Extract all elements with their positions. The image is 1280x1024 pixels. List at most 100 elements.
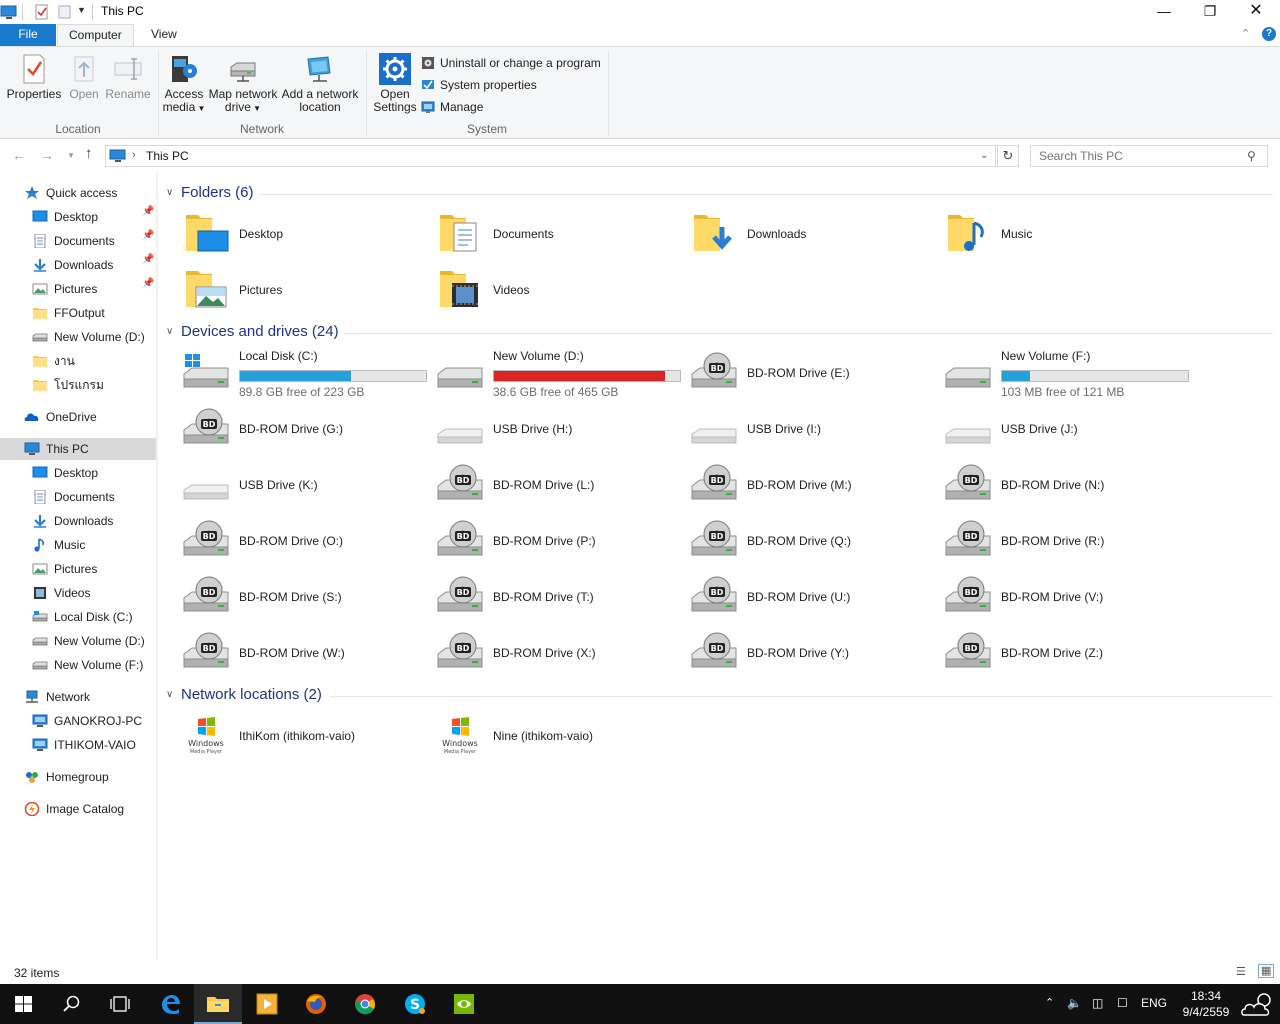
breadcrumb-chevron-icon[interactable]: › <box>132 149 136 161</box>
address-bar[interactable]: › This PC ⌄ <box>105 145 996 167</box>
drive-usb-drive-h[interactable]: USB Drive (H:) <box>420 401 670 455</box>
nav-qa-documents[interactable]: Documents <box>32 230 115 252</box>
properties-quick-icon[interactable] <box>34 4 50 20</box>
nav-pc-music[interactable]: Music <box>32 534 85 556</box>
nav-pc-desktop[interactable]: Desktop <box>32 462 98 484</box>
drive-bd-rom-drive-z[interactable]: BD BD-ROM Drive (Z:) <box>928 625 1178 679</box>
nav-onedrive[interactable]: OneDrive <box>24 406 97 428</box>
drive-bd-rom-drive-o[interactable]: BD BD-ROM Drive (O:) <box>166 513 416 567</box>
taskbar-media-player[interactable] <box>243 984 291 1024</box>
drive-usb-drive-i[interactable]: USB Drive (I:) <box>674 401 924 455</box>
drive-bd-rom-drive-e[interactable]: BD BD-ROM Drive (E:) <box>674 345 924 399</box>
volume-icon[interactable]: 🔈 <box>1067 996 1082 1010</box>
section-devices-header[interactable]: ∨ Devices and drives (24) <box>166 323 339 343</box>
drive-bd-rom-drive-x[interactable]: BD BD-ROM Drive (X:) <box>420 625 670 679</box>
folder-music[interactable]: Music <box>928 206 1178 260</box>
section-folders-header[interactable]: ∨ Folders (6) <box>166 184 254 204</box>
manage-button[interactable]: Manage <box>421 99 483 115</box>
close-button[interactable]: ✕ <box>1233 0 1279 24</box>
nav-pc-videos[interactable]: Videos <box>32 582 90 604</box>
nav-qa-pictures[interactable]: Pictures <box>32 278 97 300</box>
nav-pc-new-volume-f[interactable]: New Volume (F:) <box>32 654 143 676</box>
collapse-chevron-icon[interactable]: ∨ <box>166 689 176 700</box>
search-icon[interactable]: ⚲ <box>1247 149 1256 163</box>
collapse-chevron-icon[interactable]: ∨ <box>166 326 176 337</box>
section-network-header[interactable]: ∨ Network locations (2) <box>166 686 322 706</box>
drive-bd-rom-drive-l[interactable]: BD BD-ROM Drive (L:) <box>420 457 670 511</box>
taskbar-firefox[interactable] <box>292 984 340 1024</box>
tab-file[interactable]: File <box>0 24 56 46</box>
add-network-location-button[interactable]: Add a network location <box>281 53 359 114</box>
nav-homegroup[interactable]: Homegroup <box>24 766 109 788</box>
drive-usb-drive-j[interactable]: USB Drive (J:) <box>928 401 1178 455</box>
tab-computer[interactable]: Computer <box>57 24 134 47</box>
nav-pc-new-volume-d[interactable]: New Volume (D:) <box>32 630 145 652</box>
map-network-drive-button[interactable]: Map network drive ▼ <box>207 53 279 115</box>
nav-qa-new-volume-d[interactable]: New Volume (D:) <box>32 326 145 348</box>
network-status-icon[interactable]: ◫ <box>1092 996 1103 1010</box>
open-settings-button[interactable]: Open Settings <box>372 53 418 114</box>
search-taskbar-button[interactable] <box>48 984 96 1024</box>
network-location-ithikom-ithikom-vaio[interactable]: Windows Media Player IthiKom (ithikom-vaio… <box>166 708 416 762</box>
collapse-ribbon-icon[interactable]: ⌃ <box>1241 27 1250 40</box>
tab-view[interactable]: View <box>140 24 188 46</box>
nav-quick-access[interactable]: Quick access <box>24 182 117 204</box>
drive-new-volume-d[interactable]: New Volume (D:) 38.6 GB free of 465 GB <box>420 345 681 399</box>
language-indicator[interactable]: ENG <box>1141 996 1167 1010</box>
task-view-button[interactable] <box>96 984 144 1024</box>
nav-pc-downloads[interactable]: Downloads <box>32 510 113 532</box>
properties-button[interactable]: Properties <box>6 53 62 101</box>
show-hidden-icons-chevron-icon[interactable]: ⌃ <box>1045 996 1054 1009</box>
network-location-nine-ithikom-vaio[interactable]: Windows Media Player Nine (ithikom-vaio) <box>420 708 670 762</box>
action-center-icon[interactable]: ☐ <box>1117 996 1128 1010</box>
folder-downloads[interactable]: Downloads <box>674 206 924 260</box>
folder-documents[interactable]: Documents <box>420 206 670 260</box>
nav-network[interactable]: Network <box>24 686 90 708</box>
start-button[interactable] <box>0 984 48 1024</box>
drive-local-disk-c[interactable]: Local Disk (C:) 89.8 GB free of 223 GB <box>166 345 427 399</box>
drive-bd-rom-drive-p[interactable]: BD BD-ROM Drive (P:) <box>420 513 670 567</box>
nav-qa-item[interactable]: โปรแกรม <box>32 374 104 396</box>
drive-bd-rom-drive-y[interactable]: BD BD-ROM Drive (Y:) <box>674 625 924 679</box>
large-icons-view-icon[interactable]: ▦ <box>1258 964 1275 978</box>
rename-button[interactable]: Rename <box>104 53 152 101</box>
taskbar-file-explorer[interactable] <box>194 984 242 1024</box>
drive-bd-rom-drive-r[interactable]: BD BD-ROM Drive (R:) <box>928 513 1178 567</box>
taskbar-nvidia[interactable] <box>440 984 488 1024</box>
drive-bd-rom-drive-q[interactable]: BD BD-ROM Drive (Q:) <box>674 513 924 567</box>
system-properties-button[interactable]: System properties <box>421 77 537 93</box>
taskbar-edge[interactable] <box>146 984 194 1024</box>
uninstall-program-button[interactable]: Uninstall or change a program <box>421 55 601 71</box>
drive-new-volume-f[interactable]: New Volume (F:) 103 MB free of 121 MB <box>928 345 1189 399</box>
restore-button[interactable]: ❐ <box>1187 0 1233 24</box>
nav-pc-pictures[interactable]: Pictures <box>32 558 97 580</box>
folder-videos[interactable]: Videos <box>420 262 670 316</box>
clock[interactable]: 18:34 9/4/2559 <box>1176 988 1236 1020</box>
minimize-button[interactable]: — <box>1141 0 1187 24</box>
nav-image-catalog[interactable]: Image Catalog <box>24 798 124 820</box>
taskbar-chrome[interactable] <box>341 984 389 1024</box>
nav-qa-downloads[interactable]: Downloads <box>32 254 113 276</box>
drive-bd-rom-drive-u[interactable]: BD BD-ROM Drive (U:) <box>674 569 924 623</box>
refresh-button[interactable]: ↻ <box>997 145 1019 167</box>
drive-usb-drive-k[interactable]: USB Drive (K:) <box>166 457 416 511</box>
back-arrow-icon[interactable]: ← <box>12 147 26 163</box>
access-media-button[interactable]: Access media ▼ <box>162 53 206 115</box>
folder-pictures[interactable]: Pictures <box>166 262 416 316</box>
drive-bd-rom-drive-s[interactable]: BD BD-ROM Drive (S:) <box>166 569 416 623</box>
nav-pc-local-disk-c[interactable]: Local Disk (C:) <box>32 606 133 628</box>
nav-qa-desktop[interactable]: Desktop <box>32 206 98 228</box>
open-button[interactable]: Open <box>64 53 104 101</box>
taskbar-skype[interactable]: S <box>391 984 439 1024</box>
nav-net-ganokroj-pc[interactable]: GANOKROJ-PC <box>32 710 142 732</box>
drive-bd-rom-drive-t[interactable]: BD BD-ROM Drive (T:) <box>420 569 670 623</box>
drive-bd-rom-drive-w[interactable]: BD BD-ROM Drive (W:) <box>166 625 416 679</box>
breadcrumb-this-pc[interactable]: This PC <box>146 149 189 163</box>
forward-arrow-icon[interactable]: → <box>40 147 54 163</box>
drive-bd-rom-drive-v[interactable]: BD BD-ROM Drive (V:) <box>928 569 1178 623</box>
details-view-icon[interactable]: ☰ <box>1236 965 1246 978</box>
folder-desktop[interactable]: Desktop <box>166 206 416 260</box>
search-input[interactable] <box>1030 145 1268 167</box>
weather-cloud-icon[interactable] <box>1240 991 1276 1019</box>
collapse-chevron-icon[interactable]: ∨ <box>166 187 176 198</box>
